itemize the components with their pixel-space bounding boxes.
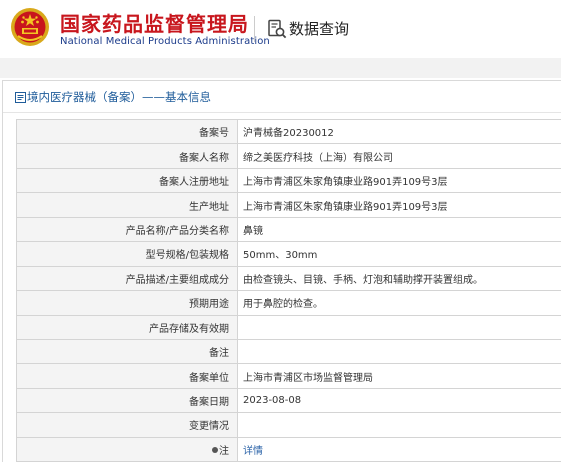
row-value: 由检查镜头、目镜、手柄、灯泡和辅助撑开装置组成。 xyxy=(237,265,561,292)
row-label: 备案人注册地址 xyxy=(16,167,238,194)
table-row: 型号规格/包装规格 50mm、30mm xyxy=(16,241,561,267)
table-row: 备案人注册地址 上海市青浦区朱家角镇康业路901弄109号3层 xyxy=(16,167,561,194)
table-row: 注 详情 xyxy=(16,436,561,462)
table-row: 变更情况 xyxy=(16,412,561,438)
table-row: 备案人名称 缔之美医疗科技（上海）有限公司 xyxy=(16,143,561,169)
note-row-label: 注 xyxy=(16,436,238,462)
table-row: 备案单位 上海市青浦区市场监督管理局 xyxy=(16,363,561,389)
table-row: 备注 xyxy=(16,338,561,365)
row-label: 预期用途 xyxy=(16,290,238,316)
row-value xyxy=(237,338,561,365)
row-label: 备案单位 xyxy=(16,363,238,389)
row-value: 用于鼻腔的检查。 xyxy=(237,290,561,316)
row-label: 备案人名称 xyxy=(16,143,238,169)
site-title-en: National Medical Products Administration xyxy=(60,36,270,47)
bullet-dot-icon xyxy=(212,446,218,453)
row-label: 备注 xyxy=(16,338,238,365)
row-value: 沪青械备20230012 xyxy=(237,118,561,145)
table-row: 预期用途 用于鼻腔的检查。 xyxy=(16,290,561,316)
device-record-panel: 境内医疗器械（备案）——基本信息 备案号 沪青械备20230012 备案人名称 … xyxy=(2,80,561,462)
row-value: 详情 xyxy=(237,436,561,462)
header-separator-band xyxy=(0,58,561,78)
table-row: 产品名称/产品分类名称 鼻镜 xyxy=(16,216,561,243)
site-title-cn: 国家药品监督管理局 xyxy=(60,12,249,36)
site-header: 国家药品监督管理局 National Medical Products Admi… xyxy=(0,0,561,58)
table-row: 生产地址 上海市青浦区朱家角镇康业路901弄109号3层 xyxy=(16,192,561,218)
header-divider xyxy=(254,16,255,42)
table-row: 备案号 沪青械备20230012 xyxy=(16,118,561,145)
magnifier-document-icon[interactable] xyxy=(267,19,287,39)
panel-title-bar: 境内医疗器械（备案）——基本信息 xyxy=(3,81,561,113)
row-label: 备案号 xyxy=(16,118,238,145)
row-value: 50mm、30mm xyxy=(237,241,561,267)
row-value: 鼻镜 xyxy=(237,216,561,243)
row-label: 生产地址 xyxy=(16,192,238,218)
row-label: 产品名称/产品分类名称 xyxy=(16,216,238,243)
row-value: 上海市青浦区市场监督管理局 xyxy=(237,363,561,389)
table-row: 产品描述/主要组成成分 由检查镜头、目镜、手柄、灯泡和辅助撑开装置组成。 xyxy=(16,265,561,292)
row-label: 产品存储及有效期 xyxy=(16,314,238,340)
row-label: 注 xyxy=(219,445,229,457)
data-query-link[interactable]: 数据查询 xyxy=(289,18,349,39)
row-value: 2023-08-08 xyxy=(237,387,561,414)
row-value xyxy=(237,412,561,438)
national-emblem-icon xyxy=(11,8,49,46)
panel-title: 境内医疗器械（备案）——基本信息 xyxy=(27,90,211,104)
row-value xyxy=(237,314,561,340)
row-label: 产品描述/主要组成成分 xyxy=(16,265,238,292)
row-value: 上海市青浦区朱家角镇康业路901弄109号3层 xyxy=(237,192,561,218)
table-row: 产品存储及有效期 xyxy=(16,314,561,340)
row-value: 缔之美医疗科技（上海）有限公司 xyxy=(237,143,561,169)
details-link[interactable]: 详情 xyxy=(243,446,263,457)
row-label: 变更情况 xyxy=(16,412,238,438)
table-row: 备案日期 2023-08-08 xyxy=(16,387,561,414)
row-label: 备案日期 xyxy=(16,387,238,414)
record-info-table: 备案号 沪青械备20230012 备案人名称 缔之美医疗科技（上海）有限公司 备… xyxy=(16,118,561,462)
document-list-icon xyxy=(15,92,26,103)
row-value: 上海市青浦区朱家角镇康业路901弄109号3层 xyxy=(237,167,561,194)
row-label: 型号规格/包装规格 xyxy=(16,241,238,267)
